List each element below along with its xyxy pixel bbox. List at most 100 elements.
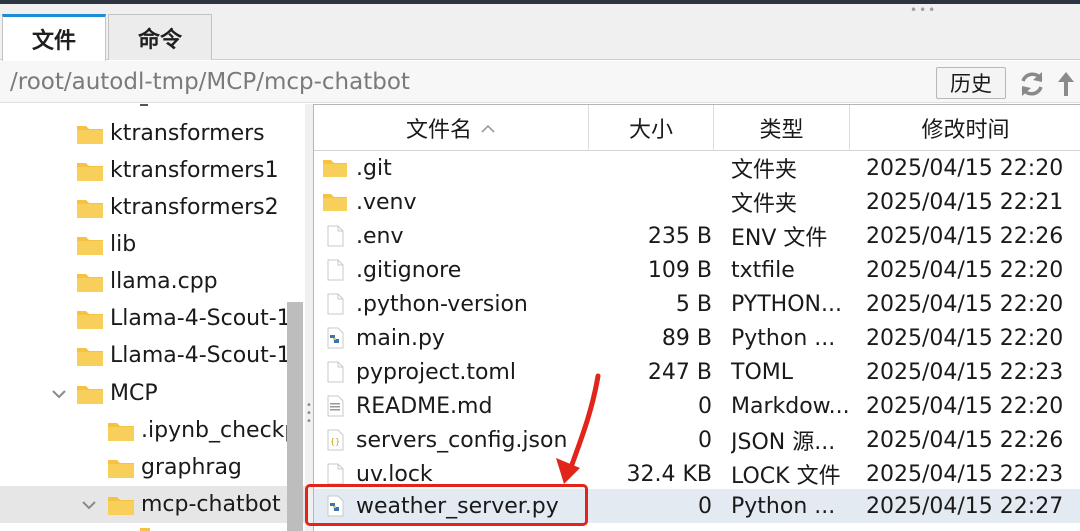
- tree-item[interactable]: llama.cpp: [0, 263, 305, 300]
- file-icon: [327, 293, 344, 315]
- file-row[interactable]: .git 文件夹 2025/04/15 22:20: [314, 151, 1080, 185]
- file-name: .venv: [356, 189, 417, 215]
- file-name: .env: [356, 223, 404, 249]
- chevron-down-icon[interactable]: [50, 385, 68, 403]
- tab-bar: ••• 文件 命令: [0, 0, 1080, 61]
- file-size: 32.4 KB: [626, 461, 713, 487]
- sort-ascending-icon: [481, 124, 495, 133]
- file-name: .gitignore: [356, 257, 462, 283]
- tree-item-label: Llama-4-Scout-17: [110, 306, 305, 331]
- tree-item-label: ktransformers2: [110, 195, 279, 220]
- refresh-icon[interactable]: [1017, 69, 1047, 99]
- json-file-icon: {}: [327, 429, 344, 451]
- folder-icon: [77, 199, 103, 218]
- chevron-down-icon[interactable]: [80, 496, 98, 514]
- folder-icon: [77, 162, 103, 181]
- path-input[interactable]: [0, 67, 925, 97]
- column-type-label: 类型: [759, 118, 804, 143]
- file-name: .git: [356, 155, 392, 181]
- file-size: [594, 151, 712, 185]
- file-list: 文件名 大小 类型 修改时间 .git 文件夹 2025/04/15 22:20…: [313, 104, 1080, 531]
- folder-icon: [323, 160, 347, 177]
- tree-item[interactable]: lib: [0, 226, 305, 263]
- tree-item[interactable]: ktransformers: [0, 115, 305, 152]
- file-row[interactable]: main.py 89 B Python ... 2025/04/15 22:20: [314, 321, 1080, 355]
- column-size-label: 大小: [628, 118, 673, 143]
- file-list-header: 文件名 大小 类型 修改时间: [314, 105, 1080, 151]
- file-modified: 2025/04/15 22:20: [866, 291, 1064, 317]
- tree-item[interactable]: ktransformers1: [0, 152, 305, 189]
- tree-item[interactable]: graphrag: [0, 449, 305, 486]
- file-type: 文件夹: [731, 158, 798, 183]
- file-modified: 2025/04/15 22:27: [866, 493, 1064, 519]
- tree-item-label: mcp-chatbot: [141, 492, 281, 517]
- column-header-name[interactable]: 文件名: [314, 105, 589, 151]
- folder-icon: [108, 459, 134, 478]
- tree-item[interactable]: .ipynb_checkp: [0, 412, 305, 449]
- file-modified: 2025/04/15 22:21: [866, 189, 1064, 215]
- folder-icon: [323, 194, 347, 211]
- file-size: 247 B: [647, 359, 712, 385]
- file-row[interactable]: pyproject.toml 247 B TOML 2025/04/15 22:…: [314, 355, 1080, 389]
- file-type: Markdow...: [731, 393, 850, 419]
- column-header-type[interactable]: 类型: [714, 105, 850, 151]
- tree-scrollbar[interactable]: [287, 302, 303, 531]
- pane-splitter[interactable]: [305, 104, 313, 531]
- annotation-highlight-box: [305, 484, 588, 526]
- drag-handle-icon[interactable]: •••: [910, 3, 937, 17]
- file-type: Python ...: [731, 493, 836, 519]
- file-type: PYTHON...: [731, 291, 842, 317]
- tree-item[interactable]: Llama-4-Scout-17: [0, 300, 305, 337]
- folder-icon: [77, 236, 103, 255]
- file-type: LOCK 文件: [731, 464, 841, 489]
- file-modified: 2025/04/15 22:23: [866, 461, 1064, 487]
- file-modified: 2025/04/15 22:20: [866, 257, 1064, 283]
- tree-item-label: ktransformers: [110, 121, 265, 146]
- file-type: Python ...: [731, 325, 836, 351]
- column-header-modified[interactable]: 修改时间: [850, 105, 1080, 151]
- folder-icon: [108, 422, 134, 441]
- folder-open-icon: [108, 496, 134, 515]
- tree-item[interactable]: Llama-4-Scout-17: [0, 337, 305, 374]
- file-row[interactable]: README.md 0 Markdow... 2025/04/15 22:20: [314, 389, 1080, 423]
- tree-item[interactable]: MCP: [0, 375, 305, 412]
- tab-commands[interactable]: 命令: [108, 14, 212, 60]
- tree-item-label: .ipynb_checkp: [141, 418, 299, 443]
- file-row[interactable]: .gitignore 109 B txtfile 2025/04/15 22:2…: [314, 253, 1080, 287]
- column-name-label: 文件名: [405, 118, 472, 143]
- file-type: TOML: [731, 359, 793, 385]
- file-row[interactable]: .env 235 B ENV 文件 2025/04/15 22:26: [314, 219, 1080, 253]
- folder-icon: [77, 125, 103, 144]
- file-modified: 2025/04/15 22:20: [866, 393, 1064, 419]
- file-size: 235 B: [647, 223, 712, 249]
- file-row[interactable]: .python-version 5 B PYTHON... 2025/04/15…: [314, 287, 1080, 321]
- tree-item-label: graphrag: [141, 455, 242, 480]
- tree-item-selected[interactable]: mcp-chatbot: [0, 486, 305, 523]
- python-file-icon: [327, 327, 344, 349]
- folder-open-icon: [77, 385, 103, 404]
- file-icon: [327, 225, 344, 247]
- markdown-file-icon: [327, 395, 344, 417]
- path-bar: 历史: [0, 61, 1080, 103]
- column-header-size[interactable]: 大小: [589, 105, 714, 151]
- file-type: JSON 源...: [731, 430, 836, 455]
- history-button[interactable]: 历史: [936, 67, 1006, 99]
- annotation-arrow-icon: [556, 373, 601, 484]
- tree-item-label: MCP: [110, 381, 158, 406]
- file-modified: 2025/04/15 22:26: [866, 223, 1064, 249]
- up-arrow-icon[interactable]: [1055, 69, 1077, 99]
- file-row[interactable]: {} servers_config.json 0 JSON 源... 2025/…: [314, 423, 1080, 457]
- tree-item-label: Llama-4-Scout-17: [110, 343, 305, 368]
- file-row[interactable]: .venv 文件夹 2025/04/15 22:21: [314, 185, 1080, 219]
- directory-tree: ktransformers ktransformers1 ktransforme…: [0, 104, 305, 531]
- tree-item-label: lib: [110, 232, 137, 257]
- file-icon: [327, 463, 344, 485]
- tree-item[interactable]: ktransformers2: [0, 189, 305, 226]
- folder-icon: [77, 347, 103, 366]
- splitter-grip-icon[interactable]: • • •: [306, 401, 312, 427]
- file-name: .python-version: [356, 291, 528, 317]
- folder-icon: [77, 310, 103, 329]
- file-modified: 2025/04/15 22:20: [866, 155, 1064, 181]
- tab-files[interactable]: 文件: [2, 14, 106, 61]
- file-name: main.py: [356, 325, 445, 351]
